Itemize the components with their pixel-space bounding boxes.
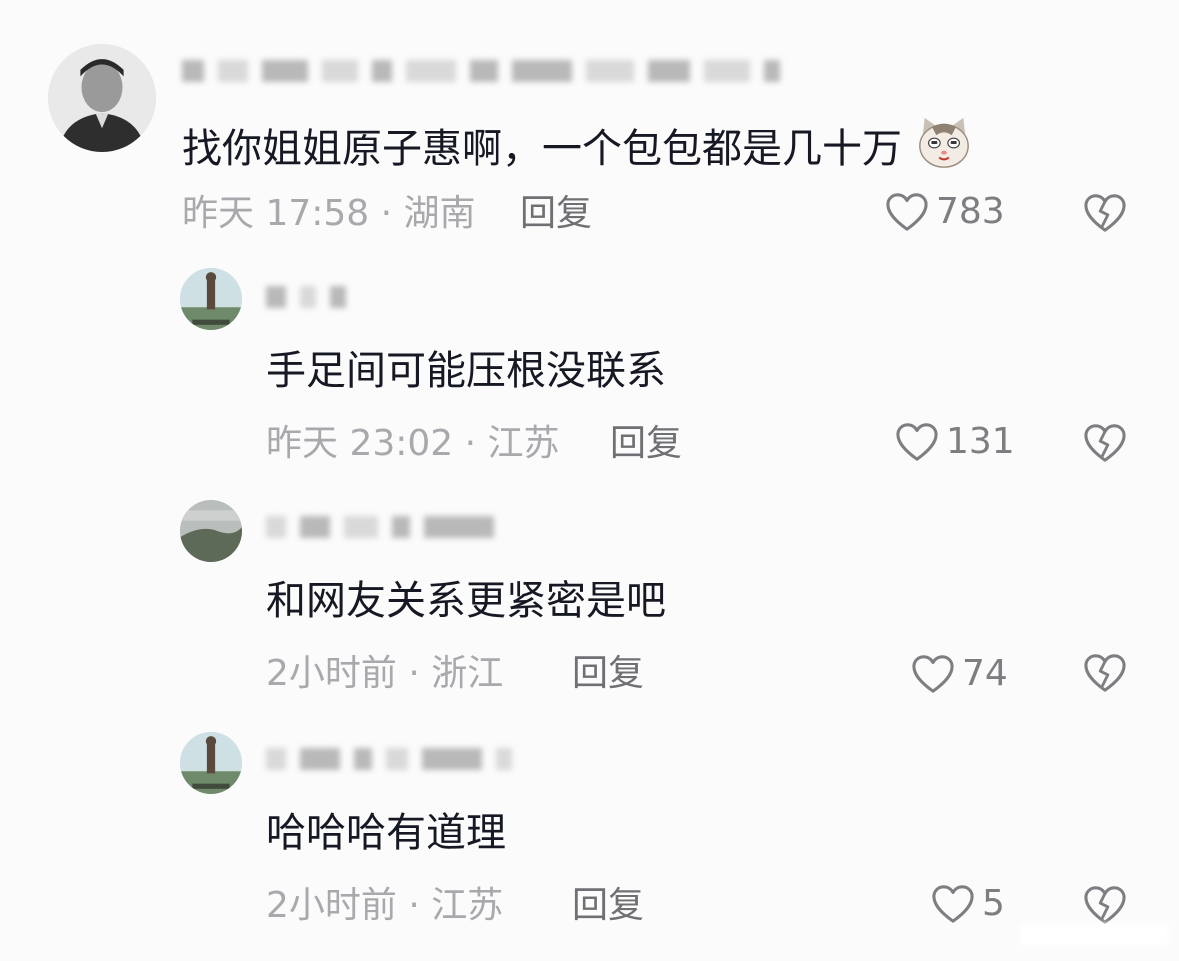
comment-text: 手足间可能压根没联系 xyxy=(266,348,666,394)
username-blurred[interactable] xyxy=(266,282,346,312)
heart-icon xyxy=(932,885,974,923)
username-blurred[interactable] xyxy=(266,512,516,542)
broken-heart-icon xyxy=(1084,194,1126,232)
like-button[interactable]: 5 xyxy=(930,882,1005,926)
broken-heart-icon xyxy=(1084,424,1126,462)
heart-icon xyxy=(886,193,928,231)
avatar[interactable] xyxy=(180,732,242,794)
comment-time-location: 昨天 17:58 · 湖南 xyxy=(182,193,476,234)
statue-avatar-icon xyxy=(180,268,242,330)
avatar[interactable] xyxy=(180,268,242,330)
landscape-avatar-icon xyxy=(180,500,242,562)
reply-button[interactable]: 回复 xyxy=(520,192,592,236)
dislike-button[interactable] xyxy=(1082,422,1128,464)
cat-face-emoji-icon xyxy=(918,117,969,168)
comment-text: 和网友关系更紧密是吧 xyxy=(266,578,666,624)
comment-text: 哈哈哈有道理 xyxy=(266,810,506,856)
statue-avatar-icon xyxy=(180,732,242,794)
portrait-avatar-icon xyxy=(48,44,156,152)
broken-heart-icon xyxy=(1084,654,1126,692)
like-count: 131 xyxy=(946,421,1015,462)
like-count: 74 xyxy=(962,653,1008,694)
comment-time-location: 2小时前 · 浙江 xyxy=(266,653,504,694)
heart-icon xyxy=(912,655,954,693)
watermark-overlay xyxy=(1019,923,1169,945)
reply-button[interactable]: 回复 xyxy=(610,422,682,466)
like-button[interactable]: 74 xyxy=(910,652,1008,696)
like-count: 783 xyxy=(936,191,1005,232)
username-blurred[interactable] xyxy=(182,56,872,86)
avatar[interactable] xyxy=(48,44,156,152)
heart-icon xyxy=(896,423,938,461)
reply-button[interactable]: 回复 xyxy=(572,652,644,696)
comment-time-location: 2小时前 · 江苏 xyxy=(266,885,504,926)
like-button[interactable]: 783 xyxy=(884,190,1005,234)
dislike-button[interactable] xyxy=(1082,192,1128,234)
like-button[interactable]: 131 xyxy=(894,420,1015,464)
reply-button[interactable]: 回复 xyxy=(572,884,644,928)
username-blurred[interactable] xyxy=(266,744,516,774)
like-count: 5 xyxy=(982,883,1005,924)
avatar[interactable] xyxy=(180,500,242,562)
broken-heart-icon xyxy=(1084,886,1126,924)
comment-time-location: 昨天 23:02 · 江苏 xyxy=(266,423,560,464)
dislike-button[interactable] xyxy=(1082,652,1128,694)
dislike-button[interactable] xyxy=(1082,884,1128,926)
comment-text: 找你姐姐原子惠啊，一个包包都是几十万 xyxy=(182,114,973,174)
